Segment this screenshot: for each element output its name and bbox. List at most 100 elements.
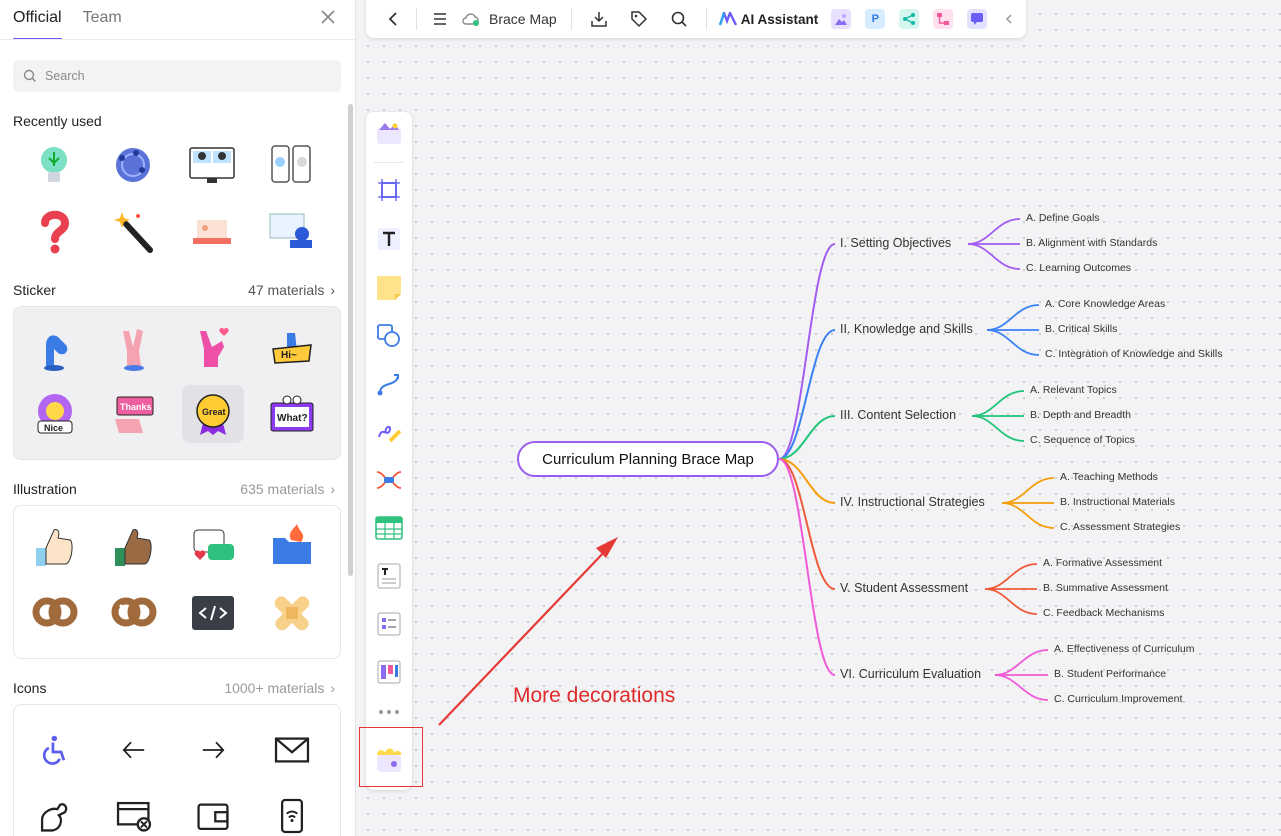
arrow-left-icon[interactable] [103,721,165,779]
tag-button[interactable] [624,4,654,34]
table-icon[interactable] [373,512,405,544]
leaf-node[interactable]: C. Integration of Knowledge and Skills [1045,348,1222,360]
ai-assistant-button[interactable]: AI Assistant [718,12,818,27]
kanban-icon[interactable] [373,656,405,688]
branch-node[interactable]: V. Student Assessment [840,581,968,595]
branch-node[interactable]: VI. Curriculum Evaluation [840,667,981,681]
phone-wifi-icon[interactable] [261,787,323,836]
toolbar-divider [705,8,707,30]
arrow-right-icon[interactable] [182,721,244,779]
leaf-node[interactable]: A. Core Knowledge Areas [1045,298,1165,310]
video-call-illustration[interactable] [181,136,243,194]
connector-icon[interactable] [373,368,405,400]
presentation-app-icon[interactable]: P [865,9,886,29]
whiteboard-canvas[interactable] [356,0,1281,836]
accessibility-icon[interactable] [24,721,86,779]
search-input[interactable] [45,69,305,83]
tab-team[interactable]: Team [83,0,122,40]
leaf-node[interactable]: C. Curriculum Improvement [1054,693,1182,705]
flowchart-app-icon[interactable] [933,9,954,29]
card-remove-icon[interactable] [103,787,165,836]
frame-icon[interactable] [373,174,405,206]
sticker-more-link[interactable]: 47 materials › [248,282,335,298]
love-hand[interactable] [182,319,244,377]
back-button[interactable] [378,4,408,34]
cloud-sync-icon [462,13,479,26]
download-button[interactable] [584,4,614,34]
leaf-node[interactable]: C. Sequence of Topics [1030,434,1135,446]
mind-map-icon[interactable] [373,464,405,496]
icons-more-link[interactable]: 1000+ materials › [224,680,335,696]
sticky-note-icon[interactable] [373,272,405,304]
mindmap-app-icon[interactable] [899,9,920,29]
leaf-node[interactable]: A. Formative Assessment [1043,557,1162,569]
pen-icon[interactable] [373,416,405,448]
branch-node[interactable]: IV. Instructional Strategies [840,495,985,509]
thumbs-up-dark[interactable] [103,518,165,576]
leaf-node[interactable]: B. Summative Assessment [1043,582,1168,594]
leaf-node[interactable]: C. Assessment Strategies [1060,521,1180,533]
magic-wand[interactable] [102,202,164,260]
bandage[interactable] [261,584,323,642]
leaf-node[interactable]: A. Effectiveness of Curriculum [1054,643,1194,655]
network-globe[interactable] [102,136,164,194]
recently-used-title: Recently used [13,113,102,129]
search-box[interactable] [13,60,341,92]
leaf-node[interactable]: B. Critical Skills [1045,323,1117,335]
presentation-illustration[interactable] [260,202,322,260]
leaf-node[interactable]: C. Learning Outcomes [1026,262,1131,274]
hi-hand[interactable]: Hi~ [261,319,323,377]
chevron-right-icon: › [330,282,335,298]
document-title[interactable]: Brace Map [455,11,563,27]
tab-official[interactable]: Official [13,0,62,40]
question-mark[interactable] [23,202,85,260]
nice-flower[interactable]: Nice [24,385,86,443]
close-icon[interactable] [318,9,338,29]
comment-app-icon[interactable] [967,9,988,29]
pretzel-sugar[interactable] [103,584,165,642]
ai-image-icon[interactable] [831,9,852,29]
illustration-more-link[interactable]: 635 materials › [240,481,335,497]
mobile-chat-illustration[interactable] [260,136,322,194]
leaf-node[interactable]: B. Alignment with Standards [1026,237,1157,249]
branch-node[interactable]: II. Knowledge and Skills [840,322,973,336]
thanks-hand[interactable]: Thanks [103,385,165,443]
leaf-node[interactable]: B. Student Performance [1054,668,1166,680]
branch-node[interactable]: III. Content Selection [840,408,956,422]
envelope-icon[interactable] [261,721,323,779]
wallet-icon[interactable] [182,787,244,836]
root-node[interactable]: Curriculum Planning Brace Map [517,441,779,477]
panel-scrollbar[interactable] [348,104,353,576]
more-icon[interactable] [373,696,405,728]
list-card-icon[interactable] [373,608,405,640]
text-icon[interactable] [373,223,405,255]
shapes-icon[interactable] [373,320,405,352]
pretzel[interactable] [24,584,86,642]
peace-hand[interactable] [103,319,165,377]
ok-hand[interactable] [24,319,86,377]
svg-text:Thanks: Thanks [120,402,152,412]
leaf-node[interactable]: C. Feedback Mechanisms [1043,607,1164,619]
great-badge[interactable]: Great [182,385,244,443]
icons-title: Icons [13,680,47,696]
laptop-illustration[interactable] [181,202,243,260]
search-button[interactable] [664,4,694,34]
templates-icon[interactable] [373,118,405,150]
leaf-node[interactable]: A. Relevant Topics [1030,384,1117,396]
folder-fire[interactable] [261,518,323,576]
lightbulb-sticker[interactable] [23,136,85,194]
leaf-node[interactable]: B. Instructional Materials [1060,496,1175,508]
code-window[interactable] [182,584,244,642]
branch-node[interactable]: I. Setting Objectives [840,236,951,250]
menu-button[interactable] [425,4,455,34]
leaf-node[interactable]: A. Define Goals [1026,212,1100,224]
leaf-node[interactable]: B. Depth and Breadth [1030,409,1131,421]
chat-bubbles[interactable] [182,518,244,576]
tag-icon [630,11,647,28]
leaf-node[interactable]: A. Teaching Methods [1060,471,1158,483]
document-icon[interactable] [373,560,405,592]
what-sign[interactable]: What? [261,385,323,443]
collapse-toolbar-button[interactable] [994,4,1024,34]
strong-arm-icon[interactable] [24,787,86,836]
thumbs-up-light[interactable] [24,518,86,576]
